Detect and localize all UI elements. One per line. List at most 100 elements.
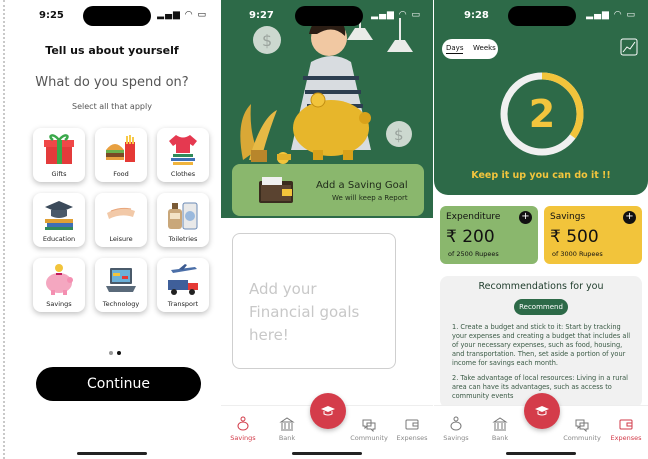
app-screens: 9:25 ▂▄▆ ◠ ▭ Tell us about yourself What… [0, 0, 648, 459]
page-dot-active [117, 351, 121, 355]
category-label: Toiletries [168, 235, 198, 243]
category-tile-leisure[interactable]: Leisure [95, 193, 147, 247]
graduation-cap-icon [321, 406, 335, 416]
dynamic-island [508, 6, 576, 26]
tab-label: Bank [278, 434, 296, 442]
savings-title: Savings [550, 212, 586, 222]
category-tile-transport[interactable]: Transport [157, 258, 209, 312]
transport-icon [168, 264, 198, 295]
category-tile-food[interactable]: Food [95, 128, 147, 182]
continue-button[interactable]: Continue [36, 367, 201, 401]
page-indicator [109, 351, 121, 355]
tab-label: Savings [230, 434, 256, 442]
days-weeks-toggle[interactable]: Days Weeks [442, 39, 498, 59]
bank-icon [279, 417, 295, 431]
category-tile-toiletries[interactable]: Toiletries [157, 193, 209, 247]
tab-bank[interactable]: Bank [480, 416, 520, 442]
status-time: 9:25 [39, 10, 64, 21]
category-label: Leisure [109, 235, 133, 243]
category-tile-education[interactable]: Education [33, 193, 85, 247]
category-grid: Gifts Food Clothes Education Leisure Toi… [33, 128, 209, 312]
tab-label: Expenses [396, 434, 428, 442]
status-indicators-icon: ▂▄▆ ◠ ▭ [586, 10, 636, 20]
expenditure-card[interactable]: Expenditure + ₹ 200 of 2500 Rupees [440, 206, 538, 264]
wallet-icon [259, 177, 293, 203]
bottom-tab-bar: Savings Bank Community Expenses [434, 393, 648, 459]
dashboard-screen: 9:28 ▂▄▆ ◠ ▭ Days Weeks 2 Keep it up you… [434, 0, 648, 459]
saving-goal-subtitle: We will keep a Report [332, 194, 408, 202]
dynamic-island [295, 6, 363, 26]
tab-label: Community [350, 434, 388, 442]
tab-label: Community [563, 434, 601, 442]
svg-text:$: $ [262, 31, 272, 50]
toiletries-icon [168, 202, 198, 230]
wallet-tab-icon [405, 419, 419, 430]
status-bar: 9:27 ▂▄▆ ◠ ▭ [221, 0, 433, 32]
tab-label: Expenses [610, 434, 642, 442]
education-icon [45, 201, 73, 230]
streak-number: 2 [528, 92, 556, 136]
leisure-icon [107, 207, 135, 219]
financial-goals-input[interactable]: Add your Financial goals here! [232, 233, 396, 369]
svg-text:$: $ [394, 126, 404, 144]
tab-label: Savings [443, 434, 469, 442]
onboarding-screen: 9:25 ▂▄▆ ◠ ▭ Tell us about yourself What… [3, 0, 219, 459]
recommend-button[interactable]: Recommend [514, 299, 568, 315]
savings-target: of 3000 Rupees [552, 250, 603, 258]
piggy-bank-icon [46, 264, 73, 295]
question-text: What do you spend on? [35, 75, 189, 90]
status-bar: 9:25 ▂▄▆ ◠ ▭ [5, 0, 219, 32]
savings-screen: $ $ 9:27 ▂▄▆ ◠ ▭ Add a Saving Goal We wi… [221, 0, 433, 459]
tab-expenses[interactable]: Expenses [606, 416, 646, 442]
center-action-button[interactable] [524, 393, 560, 429]
category-tile-technology[interactable]: Technology [95, 258, 147, 312]
streak-ring: 2 [498, 70, 586, 158]
expenditure-limit: of 2500 Rupees [448, 250, 499, 258]
goals-placeholder: Add your Financial goals here! [249, 280, 360, 344]
tab-savings[interactable]: Savings [436, 416, 476, 442]
community-icon [362, 419, 376, 432]
laptop-icon [106, 268, 136, 292]
expenditure-amount: ₹ 200 [446, 227, 495, 247]
category-tile-gifts[interactable]: Gifts [33, 128, 85, 182]
status-bar: 9:28 ▂▄▆ ◠ ▭ [434, 0, 648, 32]
toggle-days[interactable]: Days [446, 44, 464, 54]
add-saving-goal-card[interactable]: Add a Saving Goal We will keep a Report [232, 164, 424, 216]
status-time: 9:28 [464, 10, 489, 21]
category-label: Clothes [170, 170, 196, 178]
savings-amount: ₹ 500 [550, 227, 599, 247]
recommendations-title: Recommendations for you [478, 281, 604, 292]
status-indicators-icon: ▂▄▆ ◠ ▭ [371, 10, 421, 20]
page-title: Tell us about yourself [45, 44, 179, 57]
tab-savings[interactable]: Savings [223, 416, 263, 442]
encouragement-text: Keep it up you can do it !! [471, 170, 611, 181]
category-label: Food [113, 170, 129, 178]
piggy-icon [237, 416, 249, 431]
tab-community[interactable]: Community [349, 416, 389, 442]
savings-card[interactable]: Savings + ₹ 500 of 3000 Rupees [544, 206, 642, 264]
tab-expenses[interactable]: Expenses [392, 416, 432, 442]
community-icon [575, 419, 589, 432]
home-indicator [292, 452, 362, 455]
tab-bank[interactable]: Bank [267, 416, 307, 442]
chart-icon[interactable] [620, 38, 638, 56]
dynamic-island [83, 6, 151, 26]
tab-label: Bank [491, 434, 509, 442]
home-indicator [77, 452, 147, 455]
category-label: Technology [102, 300, 140, 308]
expenditure-title: Expenditure [446, 212, 501, 222]
category-label: Education [42, 235, 76, 243]
tab-community[interactable]: Community [562, 416, 602, 442]
add-savings-button[interactable]: + [623, 211, 636, 224]
category-tile-clothes[interactable]: Clothes [157, 128, 209, 182]
center-action-button[interactable] [310, 393, 346, 429]
page-dot [109, 351, 113, 355]
category-tile-savings[interactable]: Savings [33, 258, 85, 312]
gift-icon [44, 134, 74, 164]
home-indicator [506, 452, 576, 455]
bank-icon [492, 417, 508, 431]
question-subtitle: Select all that apply [72, 102, 152, 111]
add-expenditure-button[interactable]: + [519, 211, 532, 224]
status-indicators-icon: ▂▄▆ ◠ ▭ [157, 10, 207, 20]
toggle-weeks[interactable]: Weeks [473, 44, 496, 52]
